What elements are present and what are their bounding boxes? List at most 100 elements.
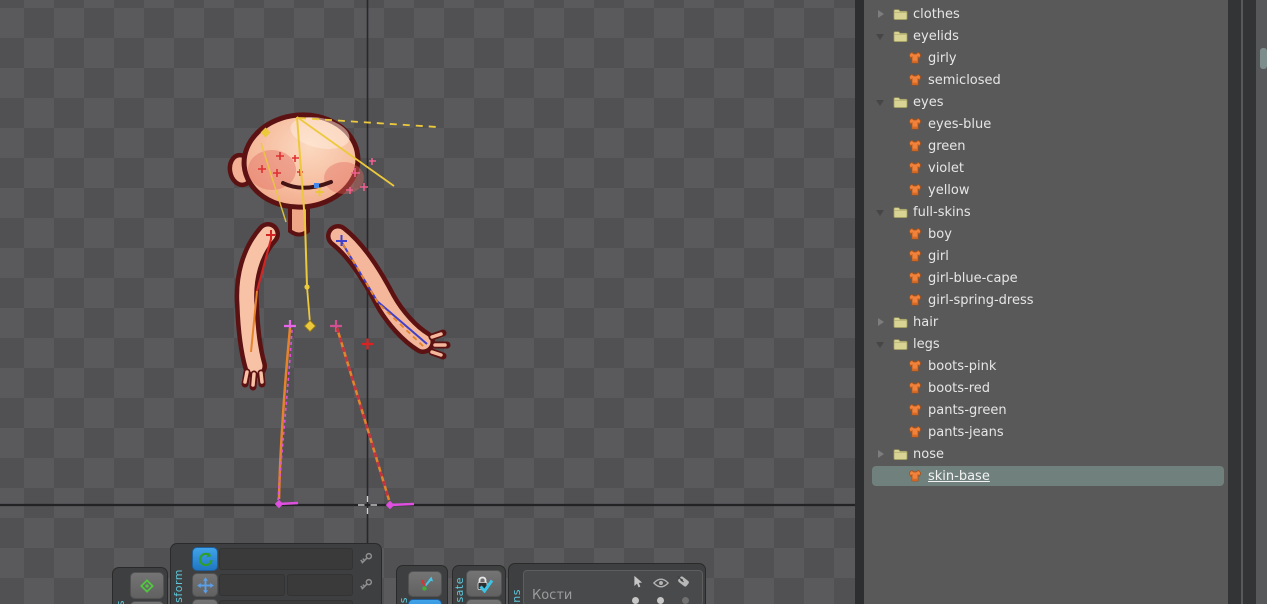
- rotate-value-field[interactable]: [219, 548, 353, 570]
- tree-item-label: girly: [928, 50, 957, 66]
- tree-item-label: legs: [913, 336, 940, 352]
- translate-x-field[interactable]: [219, 574, 285, 596]
- tree-folder-legs[interactable]: legs: [864, 333, 1228, 355]
- tree-item-label: semiclosed: [928, 72, 1001, 88]
- character-artwork: [0, 0, 855, 604]
- compensate-panel-label: nsate: [453, 576, 466, 604]
- tree-folder-full-skins[interactable]: full-skins: [864, 201, 1228, 223]
- collapse-arrow-icon[interactable]: [876, 97, 886, 107]
- tree-item-label: hair: [913, 314, 939, 330]
- bones-row-label: Кости: [532, 588, 573, 603]
- tree-skin-pants-green[interactable]: pants-green: [864, 399, 1228, 421]
- right-dock-splitter[interactable]: [1228, 0, 1241, 604]
- folder-icon: [893, 338, 908, 351]
- skin-icon: [908, 293, 922, 307]
- tree-item-label: pants-jeans: [928, 424, 1004, 440]
- tree-skin-boots-pink[interactable]: boots-pink: [864, 355, 1228, 377]
- pose-second-button[interactable]: [408, 599, 442, 604]
- tree-skin-violet[interactable]: violet: [864, 157, 1228, 179]
- tools-panel-label: ls: [114, 600, 127, 604]
- ik-target-cross: [362, 338, 373, 350]
- tree-folder-hair[interactable]: hair: [864, 311, 1228, 333]
- skin-icon: [908, 139, 922, 153]
- scale-tool-button[interactable]: [192, 599, 218, 604]
- bones-visible-dot[interactable]: [657, 597, 664, 604]
- skin-icon: [908, 469, 922, 483]
- skin-icon: [908, 161, 922, 175]
- collapse-arrow-icon[interactable]: [876, 31, 886, 41]
- skin-icon: [908, 359, 922, 373]
- tree-item-label: skin-base: [928, 468, 990, 484]
- transform-panel: nsform: [170, 543, 382, 604]
- compensate-images-button[interactable]: [466, 570, 502, 597]
- skin-icon: [908, 73, 922, 87]
- pose-tool-button[interactable]: [408, 571, 442, 597]
- visibility-eye-icon[interactable]: [652, 574, 670, 588]
- collapse-arrow-icon[interactable]: [876, 339, 886, 349]
- scale-field[interactable]: [219, 600, 353, 604]
- translate-key-icon[interactable]: [357, 576, 375, 594]
- scrollbar-track[interactable]: [1256, 0, 1267, 604]
- translate-y-field[interactable]: [287, 574, 353, 596]
- tree-skin-girl-blue-cape[interactable]: girl-blue-cape: [864, 267, 1228, 289]
- tree-skin-girl-spring-dress[interactable]: girl-spring-dress: [864, 289, 1228, 311]
- right-dock-splitter-2[interactable]: [1243, 0, 1256, 604]
- select-cursor-icon[interactable]: [630, 574, 644, 588]
- skins-tree: clothes eyelids girly semiclosed eyes eyes-bl…: [864, 0, 1228, 604]
- tree-folder-eyelids[interactable]: eyelids: [864, 25, 1228, 47]
- tree-skin-yellow[interactable]: yellow: [864, 179, 1228, 201]
- tree-item-label: boots-pink: [928, 358, 997, 374]
- tree-item-label: nose: [913, 446, 944, 462]
- tree-item-label: girl-spring-dress: [928, 292, 1034, 308]
- compensate-panel: nsate: [452, 565, 506, 604]
- skin-icon: [908, 403, 922, 417]
- options-panel-label: ons: [510, 589, 523, 604]
- skin-icon: [908, 381, 922, 395]
- tree-skin-girly[interactable]: girly: [864, 47, 1228, 69]
- bones-select-dot[interactable]: [632, 597, 639, 604]
- tree-skin-pants-jeans[interactable]: pants-jeans: [864, 421, 1228, 443]
- collapse-arrow-icon[interactable]: [876, 207, 886, 217]
- skin-icon: [908, 425, 922, 439]
- green-diamond-icon: [140, 578, 154, 593]
- translate-icon: [196, 576, 214, 594]
- compensate-bones-button[interactable]: [466, 599, 502, 604]
- expand-arrow-icon[interactable]: [876, 9, 886, 19]
- tree-item-label: yellow: [928, 182, 970, 198]
- pose-icon: [420, 576, 433, 591]
- tree-folder-clothes[interactable]: clothes: [864, 3, 1228, 25]
- lock-check-icon: [477, 576, 494, 593]
- tree-skin-semiclosed[interactable]: semiclosed: [864, 69, 1228, 91]
- tree-folder-nose[interactable]: nose: [864, 443, 1228, 465]
- tree-skin-boots-red[interactable]: boots-red: [864, 377, 1228, 399]
- tree-item-label: eyelids: [913, 28, 959, 44]
- tree-item-label: violet: [928, 160, 964, 176]
- canvas-viewport[interactable]: [0, 0, 855, 604]
- rotate-key-icon[interactable]: [357, 550, 375, 568]
- mouth-marker-blue: [314, 183, 319, 188]
- character-left-arm: [234, 222, 280, 391]
- folder-icon: [893, 448, 908, 461]
- label-tag-icon[interactable]: [676, 574, 690, 588]
- tree-folder-eyes[interactable]: eyes: [864, 91, 1228, 113]
- tree-skin-boy[interactable]: boy: [864, 223, 1228, 245]
- tree-skin-skin-base[interactable]: skin-base: [864, 465, 1228, 487]
- scrollbar-handle[interactable]: [1260, 48, 1267, 69]
- rotate-tool-button[interactable]: [192, 547, 218, 571]
- axes-tool-button[interactable]: [130, 572, 164, 599]
- expand-arrow-icon[interactable]: [876, 449, 886, 459]
- skin-icon: [908, 249, 922, 263]
- tree-item-label: clothes: [913, 6, 960, 22]
- skin-icon: [908, 227, 922, 241]
- tree-skin-eyes-blue[interactable]: eyes-blue: [864, 113, 1228, 135]
- expand-arrow-icon[interactable]: [876, 317, 886, 327]
- character-right-arm: [326, 224, 451, 360]
- viewport-tree-splitter[interactable]: [855, 0, 864, 604]
- tree-skin-girl[interactable]: girl: [864, 245, 1228, 267]
- skin-icon: [908, 183, 922, 197]
- translate-tool-button[interactable]: [192, 573, 218, 597]
- bones-label-dot[interactable]: [682, 597, 689, 604]
- tree-skin-green[interactable]: green: [864, 135, 1228, 157]
- folder-icon: [893, 8, 908, 21]
- tree-item-label: full-skins: [913, 204, 971, 220]
